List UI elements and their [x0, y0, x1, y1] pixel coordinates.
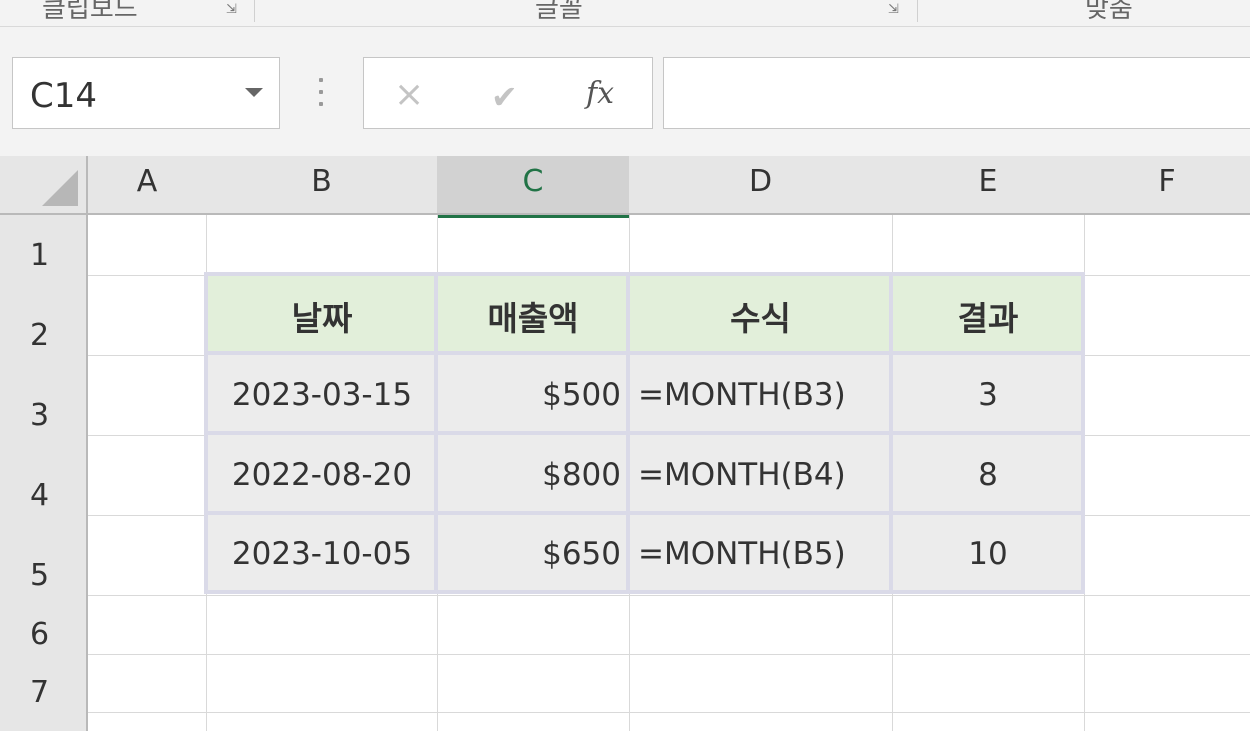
select-all-triangle-icon: [42, 170, 78, 206]
table-header-sales[interactable]: 매출액: [437, 276, 629, 355]
table-header-formula[interactable]: 수식: [629, 276, 892, 355]
clipboard-dialog-launcher-icon[interactable]: ⇲: [226, 2, 237, 17]
table-cell-date[interactable]: 2022-08-20: [207, 435, 437, 515]
column-header-d[interactable]: D: [629, 156, 893, 214]
column-header-e[interactable]: E: [892, 156, 1085, 214]
table-cell-sales[interactable]: $500: [437, 355, 629, 435]
row-header-5[interactable]: 5: [0, 515, 86, 596]
column-header-c[interactable]: C: [437, 156, 630, 218]
table-border: [434, 272, 438, 594]
table-cell-sales[interactable]: $800: [437, 435, 629, 515]
row-header-1[interactable]: 1: [0, 214, 86, 276]
table-cell-formula[interactable]: =MONTH(B3): [629, 355, 892, 435]
row-header-8[interactable]: [0, 712, 86, 731]
row-header-7[interactable]: 7: [0, 654, 86, 713]
ribbon-group-strip: 클립보드 ⇲ 글꼴 ⇲ 맞춤: [0, 0, 1250, 26]
table-cell-date[interactable]: 2023-10-05: [207, 515, 437, 593]
column-header-divider: [0, 213, 1250, 215]
table-border: [205, 511, 1085, 515]
font-dialog-launcher-icon[interactable]: ⇲: [888, 2, 899, 17]
table-border: [204, 272, 208, 594]
column-header-f[interactable]: F: [1084, 156, 1250, 214]
table-cell-result[interactable]: 8: [892, 435, 1084, 515]
row-header-4[interactable]: 4: [0, 435, 86, 516]
row-header-divider: [86, 156, 88, 731]
ribbon-separator: [254, 0, 255, 22]
formula-input[interactable]: [663, 57, 1250, 129]
table-border: [205, 431, 1085, 435]
gridline: [86, 712, 1250, 713]
insert-function-icon[interactable]: fx: [586, 76, 614, 111]
table-cell-formula[interactable]: =MONTH(B4): [629, 435, 892, 515]
row-header-3[interactable]: 3: [0, 355, 86, 436]
ribbon-bottom-border: [0, 26, 1250, 27]
table-cell-formula[interactable]: =MONTH(B5): [629, 515, 892, 593]
table-cell-result[interactable]: 10: [892, 515, 1084, 593]
table-cell-date[interactable]: 2023-03-15: [207, 355, 437, 435]
table-border: [1081, 272, 1085, 594]
cancel-icon[interactable]: ×: [394, 74, 424, 115]
table-border: [205, 272, 1085, 276]
table-header-result[interactable]: 결과: [892, 276, 1084, 355]
column-header-a[interactable]: A: [88, 156, 207, 214]
table-cell-sales[interactable]: $650: [437, 515, 629, 593]
name-box-value: C14: [30, 76, 98, 116]
row-header-6[interactable]: 6: [0, 595, 86, 655]
column-header-b[interactable]: B: [206, 156, 438, 214]
chevron-down-icon[interactable]: [245, 88, 263, 97]
gridline: [86, 595, 1250, 596]
table-border: [889, 272, 893, 594]
formula-bar-buttons: × ✔ fx: [363, 57, 653, 129]
ribbon-group-clipboard-label: 클립보드: [42, 0, 138, 24]
table-border: [205, 351, 1085, 355]
table-border: [205, 590, 1085, 594]
row-header-2[interactable]: 2: [0, 275, 86, 356]
enter-check-icon[interactable]: ✔: [491, 78, 518, 116]
table-border: [626, 272, 630, 594]
table-cell-result[interactable]: 3: [892, 355, 1084, 435]
ribbon-group-alignment-label: 맞춤: [1085, 0, 1133, 24]
ribbon-separator: [917, 0, 918, 22]
gridline: [86, 654, 1250, 655]
table-header-date[interactable]: 날짜: [207, 276, 437, 355]
ribbon-group-font-label: 글꼴: [535, 0, 583, 24]
select-all-button[interactable]: [0, 156, 86, 214]
name-box[interactable]: C14: [12, 57, 280, 129]
formula-bar-resize-handle[interactable]: [310, 72, 330, 112]
